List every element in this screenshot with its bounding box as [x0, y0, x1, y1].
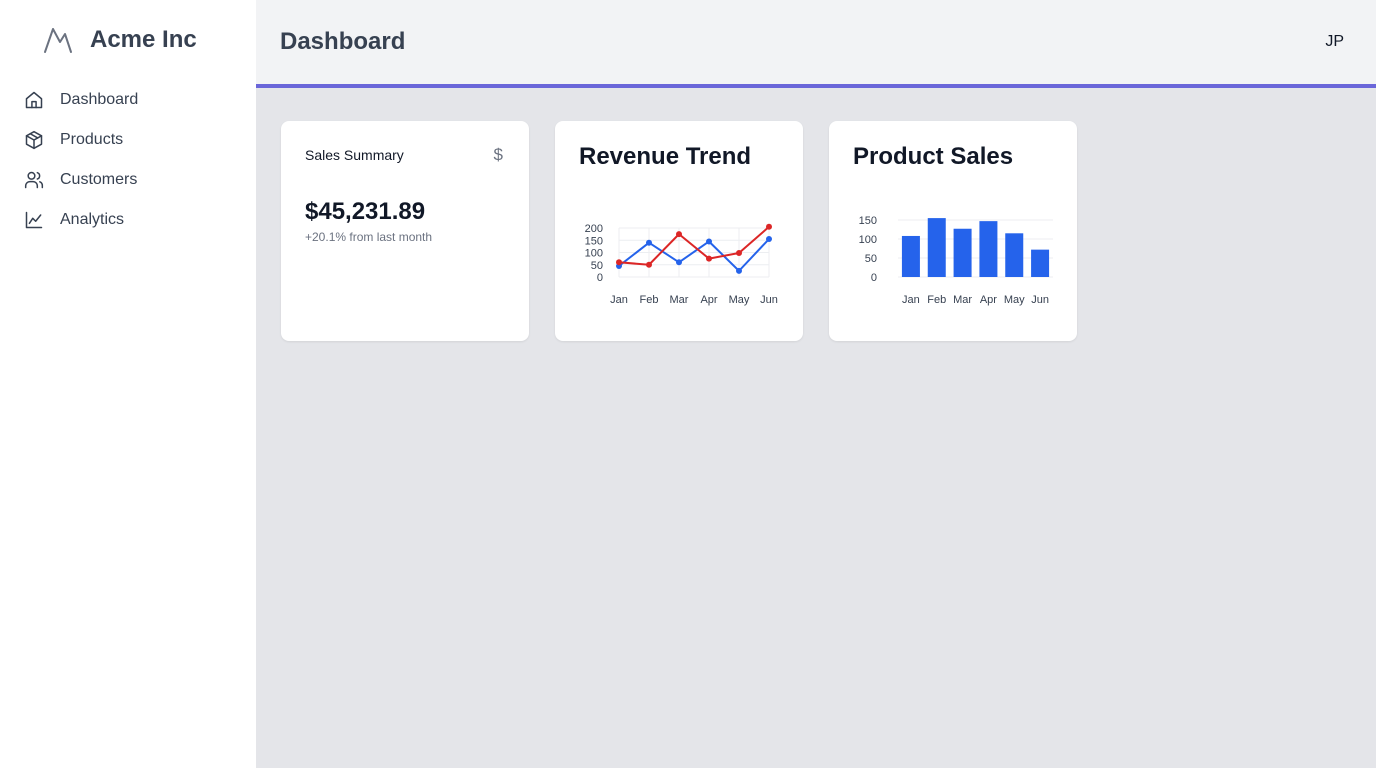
- sidebar: Acme Inc Dashboard Products Customers An…: [0, 0, 256, 768]
- data-point: [646, 261, 652, 268]
- sales-summary-card: Sales Summary $ $45,231.89 +20.1% from l…: [281, 121, 529, 341]
- sales-summary-title: Sales Summary: [305, 147, 404, 163]
- x-tick-label: Feb: [640, 294, 659, 306]
- product-sales-chart: 0 50 100 150 Jan Feb Mar Apr May Jun: [859, 215, 1053, 306]
- y-tick-label: 0: [871, 272, 877, 284]
- data-point: [706, 255, 712, 262]
- sidebar-nav: Dashboard Products Customers Analytics: [24, 80, 234, 240]
- bar: [927, 218, 946, 277]
- y-tick-label: 150: [859, 215, 877, 227]
- x-tick-label: Jun: [1031, 294, 1049, 306]
- x-tick-label: Jun: [760, 294, 778, 306]
- revenue-trend-chart: 050100150200 Jan Feb Mar Apr May Jun: [585, 223, 778, 306]
- y-tick-label: 50: [591, 260, 603, 272]
- package-icon: [25, 130, 43, 150]
- sales-change-text: +20.1% from last month: [305, 230, 433, 244]
- home-icon: [25, 91, 43, 109]
- dollar-icon: $: [493, 145, 503, 164]
- bar: [953, 228, 972, 277]
- x-tick-label: May: [729, 294, 750, 306]
- sidebar-item-label: Dashboard: [60, 91, 139, 108]
- product-sales-card: Product Sales 0 50 100 150 Jan Feb Mar Apr May Ju…: [829, 121, 1077, 341]
- x-tick-label: Mar: [953, 294, 972, 306]
- app-name: Acme Inc: [90, 26, 197, 53]
- page-title: Dashboard: [280, 28, 406, 55]
- x-tick-label: Feb: [927, 294, 946, 306]
- series-line: [618, 238, 770, 272]
- data-point: [646, 239, 652, 246]
- data-point: [766, 223, 772, 230]
- topbar: Dashboard JP: [256, 0, 1376, 88]
- data-point: [706, 238, 712, 245]
- sidebar-item-label: Products: [60, 131, 124, 148]
- data-point: [676, 231, 682, 238]
- sales-total-value: $45,231.89: [305, 198, 426, 225]
- x-tick-label: Jan: [902, 294, 920, 306]
- bar: [979, 221, 998, 277]
- sidebar-item-label: Analytics: [60, 211, 125, 228]
- bar: [1005, 233, 1024, 277]
- users-icon: [24, 171, 44, 189]
- data-point: [616, 259, 622, 266]
- sidebar-item-customers[interactable]: Customers: [24, 160, 234, 200]
- sidebar-item-label: Customers: [60, 171, 138, 188]
- x-tick-label: Mar: [670, 294, 689, 306]
- revenue-trend-card: Revenue Trend 0 50 100 150 200 Jan Feb Mar Apr Ma…: [555, 121, 803, 341]
- y-tick-label: 200: [585, 223, 603, 235]
- line-chart-icon: [25, 211, 43, 229]
- y-tick-label: 100: [859, 234, 877, 246]
- mountain-icon: [44, 28, 72, 53]
- bar: [901, 235, 920, 277]
- x-tick-label: Apr: [700, 294, 717, 306]
- y-tick-label: 100: [585, 248, 603, 260]
- y-tick-label: 150: [585, 235, 603, 247]
- data-point: [766, 236, 772, 243]
- data-point: [736, 249, 742, 256]
- bar: [1031, 249, 1050, 277]
- data-point: [676, 259, 682, 266]
- x-tick-label: Jan: [610, 294, 628, 306]
- x-tick-label: May: [1004, 294, 1025, 306]
- sidebar-item-dashboard[interactable]: Dashboard: [24, 80, 234, 120]
- x-tick-label: Apr: [980, 294, 997, 306]
- user-avatar[interactable]: JP: [1325, 33, 1344, 51]
- y-tick-label: 0: [597, 272, 603, 284]
- series-line: [618, 226, 770, 266]
- sidebar-item-products[interactable]: Products: [24, 120, 234, 160]
- brand[interactable]: Acme Inc: [42, 24, 197, 56]
- sidebar-item-analytics[interactable]: Analytics: [24, 200, 234, 240]
- data-point: [736, 267, 742, 274]
- y-tick-label: 50: [865, 253, 877, 265]
